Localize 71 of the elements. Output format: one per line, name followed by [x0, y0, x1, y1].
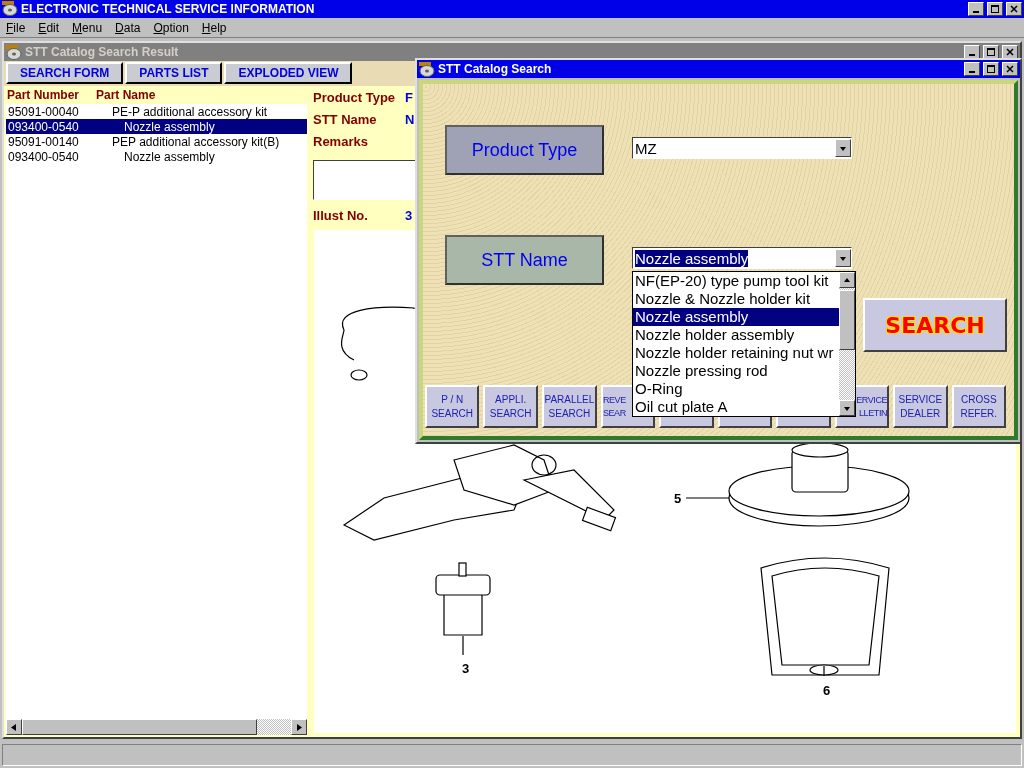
scroll-up-button[interactable] — [839, 272, 855, 288]
callout-number: 5 — [674, 491, 682, 507]
field-label: STT Name — [445, 235, 604, 285]
info-label: STT Name — [313, 112, 378, 128]
disc-icon — [419, 61, 435, 77]
column-header: Part Name — [96, 88, 156, 103]
scroll-left-button[interactable] — [6, 719, 22, 736]
close-icon — [1010, 4, 1018, 13]
left-arrow-icon — [11, 723, 17, 731]
right-arrow-icon — [296, 723, 302, 731]
toolbar-button[interactable]: EXPLODED VIEW — [224, 62, 353, 85]
scrollbar-thumb[interactable] — [839, 290, 855, 350]
info-value: N — [405, 112, 415, 128]
callout-number: 6 — [823, 683, 831, 699]
dialog-title-bar: STT Catalog Search — [417, 60, 1020, 78]
function-button[interactable]: P / N SEARCH — [425, 385, 480, 428]
close-button[interactable] — [1006, 1, 1022, 16]
menu-item[interactable]: Menu — [72, 20, 103, 35]
menu-item[interactable]: Data — [115, 20, 141, 35]
list-row[interactable]: 093400-0540 Nozzle assembly — [6, 119, 307, 135]
info-label: Remarks — [313, 134, 369, 150]
close-icon — [1006, 65, 1014, 73]
minimize-button[interactable] — [964, 62, 980, 76]
callout-number: 3 — [462, 661, 470, 677]
vertical-scrollbar[interactable] — [839, 272, 855, 416]
list-row[interactable]: 093400-0540 Nozzle assembly — [6, 149, 307, 165]
maximize-icon — [991, 4, 999, 13]
caret-down-icon — [840, 254, 846, 262]
disc-icon — [2, 1, 18, 17]
restore-button[interactable] — [983, 45, 999, 60]
function-button[interactable]: PARALLEL SEARCH — [541, 385, 597, 428]
info-label: Illust No. — [313, 208, 369, 224]
info-value: F — [405, 90, 413, 106]
caret-down-icon — [840, 144, 846, 152]
close-button[interactable] — [1002, 62, 1018, 76]
info-value: 3 — [405, 208, 413, 224]
dropdown-field[interactable]: Nozzle assembly — [632, 247, 852, 269]
menu-item[interactable]: Help — [201, 20, 227, 35]
column-header: Part Number — [7, 88, 81, 103]
list-row[interactable]: 95091-00140 PEP additional accessory kit(B) — [6, 134, 307, 150]
scrollbar-thumb[interactable] — [22, 719, 257, 736]
list-row[interactable]: 95091-00040 PE-P additional accessory kit — [6, 104, 307, 120]
function-button[interactable]: SERVICE DEALER — [893, 385, 948, 428]
function-button[interactable]: APPLI. SEARCH — [483, 385, 538, 428]
app-title-bar: ELECTRONIC TECHNICAL SERVICE INFORMATION — [0, 0, 1024, 18]
restore-button[interactable] — [983, 62, 999, 76]
toolbar-button[interactable]: SEARCH FORM — [6, 62, 124, 85]
menu-item[interactable]: Option — [153, 20, 189, 35]
restore-button[interactable] — [987, 1, 1003, 16]
field-label: Product Type — [445, 125, 604, 175]
minimize-button[interactable] — [964, 45, 980, 60]
down-arrow-icon — [844, 404, 850, 412]
minimize-icon — [969, 71, 975, 73]
scroll-right-button[interactable] — [291, 719, 307, 736]
disc-icon — [6, 44, 22, 60]
maximize-icon — [987, 65, 995, 73]
close-icon — [1006, 48, 1014, 57]
function-button[interactable]: CROSS REFER. — [951, 385, 1006, 428]
minimize-icon — [973, 10, 979, 13]
dropdown-field[interactable]: MZ — [632, 137, 852, 159]
close-button[interactable] — [1002, 45, 1018, 60]
up-arrow-icon — [844, 276, 850, 284]
toolbar-button[interactable]: PARTS LIST — [125, 62, 223, 85]
info-label: Product Type — [313, 90, 397, 106]
minimize-button[interactable] — [968, 1, 984, 16]
horizontal-scrollbar[interactable] — [6, 719, 307, 736]
maximize-icon — [987, 48, 995, 57]
dropdown-option[interactable]: Nozzle assembly — [633, 308, 839, 326]
menu-item[interactable]: File — [6, 20, 26, 35]
scroll-down-button[interactable] — [839, 400, 855, 416]
menu-item[interactable]: Edit — [38, 20, 60, 35]
